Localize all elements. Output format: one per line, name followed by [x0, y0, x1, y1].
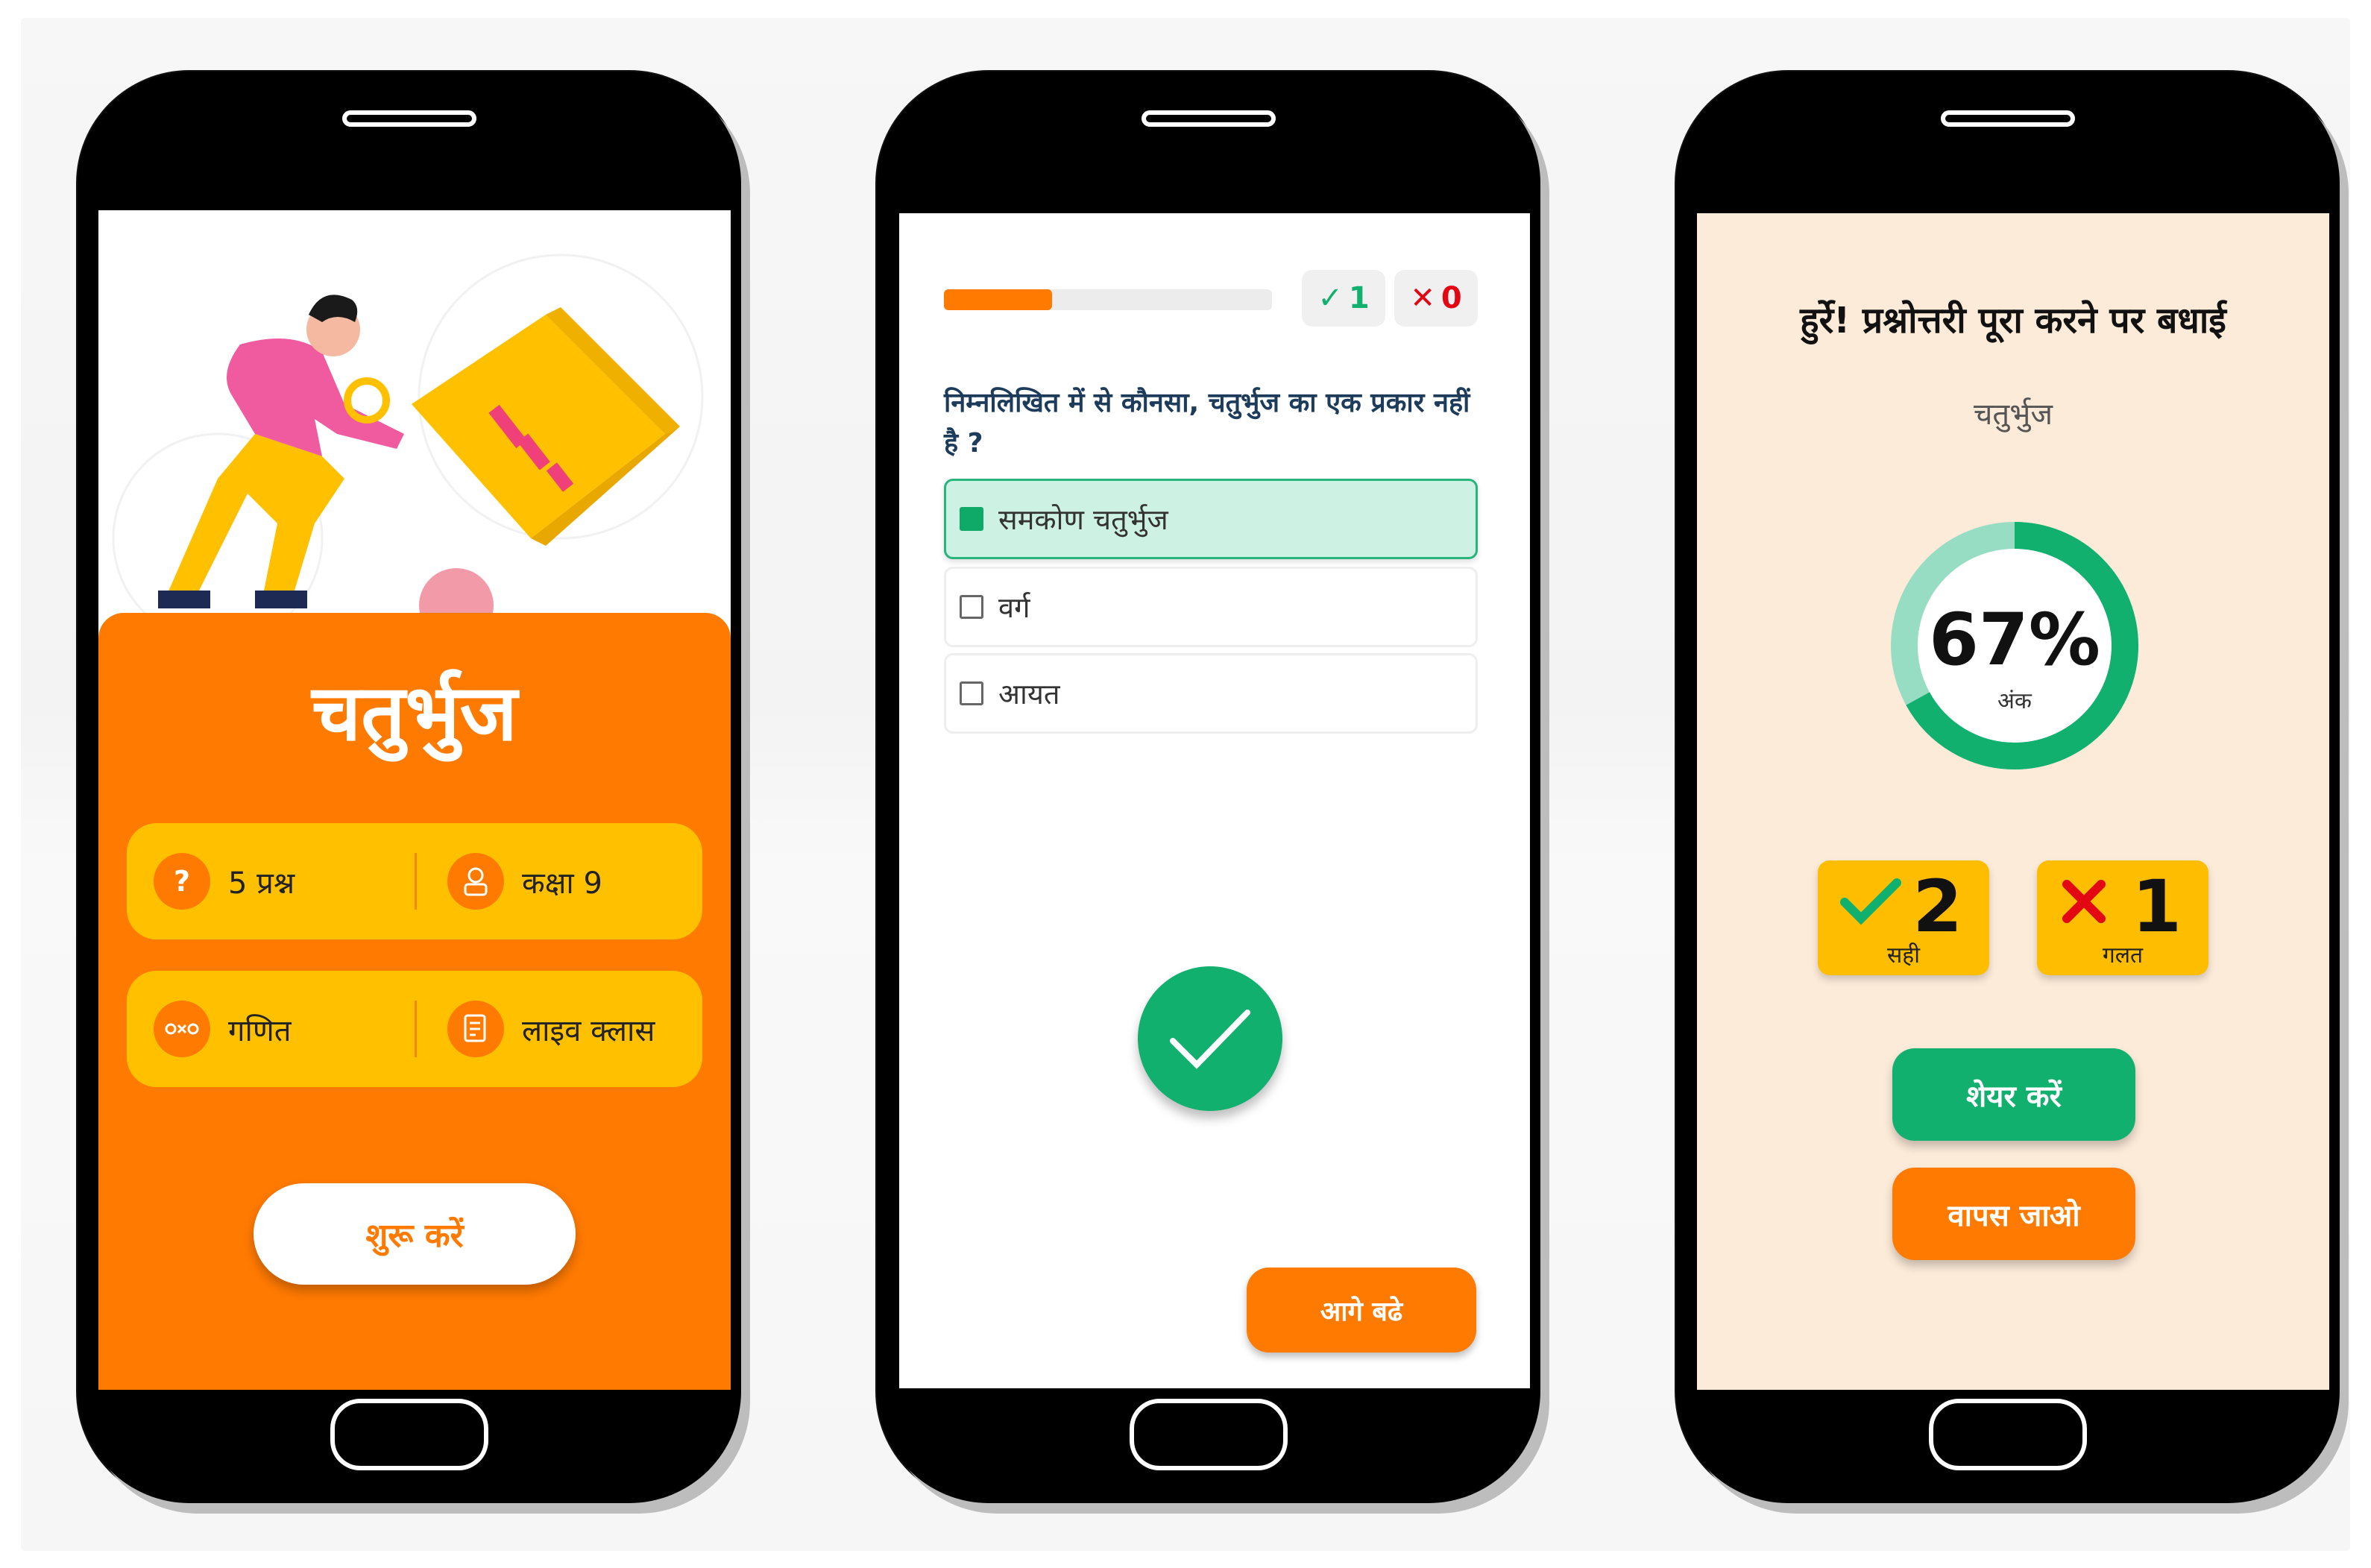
- divider: [415, 1001, 417, 1057]
- person-illustration: [158, 295, 404, 608]
- phone-result: हुर्रे! प्रश्नोत्तरी पूरा करने पर बधाई च…: [1676, 72, 2340, 1503]
- option-label: समकोण चतुर्भुज: [998, 503, 1168, 536]
- info-row-2: गणित लाइव क्लास: [127, 971, 702, 1087]
- correct-count: 1: [1348, 281, 1370, 315]
- class-label: कक्षा 9: [522, 866, 602, 901]
- phone-question: ✓ 1 ✕ 0 निम्नलिखित में से कौनसा, चतुर्भु…: [877, 72, 1540, 1503]
- option-label: आयत: [998, 678, 1060, 711]
- info-questions: ? 5 प्रश्न: [154, 823, 295, 939]
- question-screen: ✓ 1 ✕ 0 निम्नलिखित में से कौनसा, चतुर्भु…: [899, 213, 1530, 1388]
- score-percent: 67%: [1929, 598, 2100, 681]
- checkbox[interactable]: [960, 681, 983, 705]
- info-live-class: लाइव क्लास: [447, 971, 655, 1087]
- check-icon: [1839, 875, 1901, 931]
- math-icon: [154, 1001, 210, 1057]
- correct-label: सही: [1887, 942, 1920, 969]
- option-label: वर्ग: [998, 591, 1030, 624]
- cross-icon: ✕: [1410, 281, 1435, 315]
- option-3[interactable]: आयत: [944, 653, 1478, 734]
- correct-count-chip: ✓ 1: [1302, 270, 1385, 327]
- congrats-heading: हुर्रे! प्रश्नोत्तरी पूरा करने पर बधाई: [1800, 300, 2226, 341]
- option-1[interactable]: समकोण चतुर्भुज: [944, 479, 1478, 559]
- phone-intro: चतुर्भुज ? 5 प्रश्न कक्षा 9 गणित लाइव क्…: [78, 72, 741, 1503]
- next-button[interactable]: आगे बढे: [1247, 1268, 1476, 1353]
- info-subject: गणित: [154, 971, 292, 1087]
- quiz-intro-card: चतुर्भुज ? 5 प्रश्न कक्षा 9 गणित लाइव क्…: [98, 613, 731, 1390]
- home-button[interactable]: [1130, 1399, 1288, 1470]
- progress-bar: [944, 289, 1272, 310]
- speaker: [342, 110, 476, 127]
- box-icon: [412, 307, 680, 546]
- question-text: निम्नलिखित में से कौनसा, चतुर्भुज का एक …: [944, 388, 1470, 459]
- quiz-title: चतुर्भुज: [312, 667, 517, 758]
- result-screen: हुर्रे! प्रश्नोत्तरी पूरा करने पर बधाई च…: [1697, 213, 2329, 1390]
- option-2[interactable]: वर्ग: [944, 567, 1478, 647]
- wrong-card: 1 गलत: [2037, 860, 2208, 975]
- question-icon: ?: [154, 853, 210, 910]
- hero-illustration: [98, 210, 731, 644]
- checkbox[interactable]: [960, 507, 983, 531]
- home-button[interactable]: [330, 1399, 488, 1470]
- progress-fill: [944, 289, 1053, 310]
- home-button[interactable]: [1929, 1399, 2087, 1470]
- share-button[interactable]: शेयर करें: [1892, 1048, 2135, 1141]
- live-class-icon: [447, 1001, 504, 1057]
- cross-icon: [2058, 875, 2110, 931]
- score-label: अंक: [1997, 688, 2032, 714]
- info-row-1: ? 5 प्रश्न कक्षा 9: [127, 823, 702, 939]
- correct-card: 2 सही: [1818, 860, 1989, 975]
- speaker: [1142, 110, 1276, 127]
- wrong-count: 1: [2132, 865, 2182, 948]
- live-class-label: लाइव क्लास: [522, 1013, 655, 1048]
- start-button[interactable]: शुरू करें: [254, 1183, 576, 1285]
- wrong-label: गलत: [2102, 942, 2144, 969]
- subject-label: गणित: [228, 1013, 292, 1048]
- check-icon: ✓: [1317, 281, 1343, 315]
- student-icon: [447, 853, 504, 910]
- wrong-count: 0: [1440, 281, 1462, 315]
- correct-count: 2: [1912, 865, 1962, 948]
- score-donut: 67% अंक: [1885, 516, 2144, 775]
- back-button[interactable]: वापस जाओ: [1892, 1168, 2135, 1260]
- subject-name: चतुर्भुज: [1974, 397, 2053, 432]
- questions-label: 5 प्रश्न: [228, 866, 295, 901]
- divider: [415, 853, 417, 910]
- intro-screen: चतुर्भुज ? 5 प्रश्न कक्षा 9 गणित लाइव क्…: [98, 210, 731, 1390]
- wrong-count-chip: ✕ 0: [1394, 270, 1478, 327]
- info-class: कक्षा 9: [447, 823, 602, 939]
- checkbox[interactable]: [960, 595, 983, 619]
- speaker: [1941, 110, 2075, 127]
- correct-check-icon: [1138, 966, 1282, 1111]
